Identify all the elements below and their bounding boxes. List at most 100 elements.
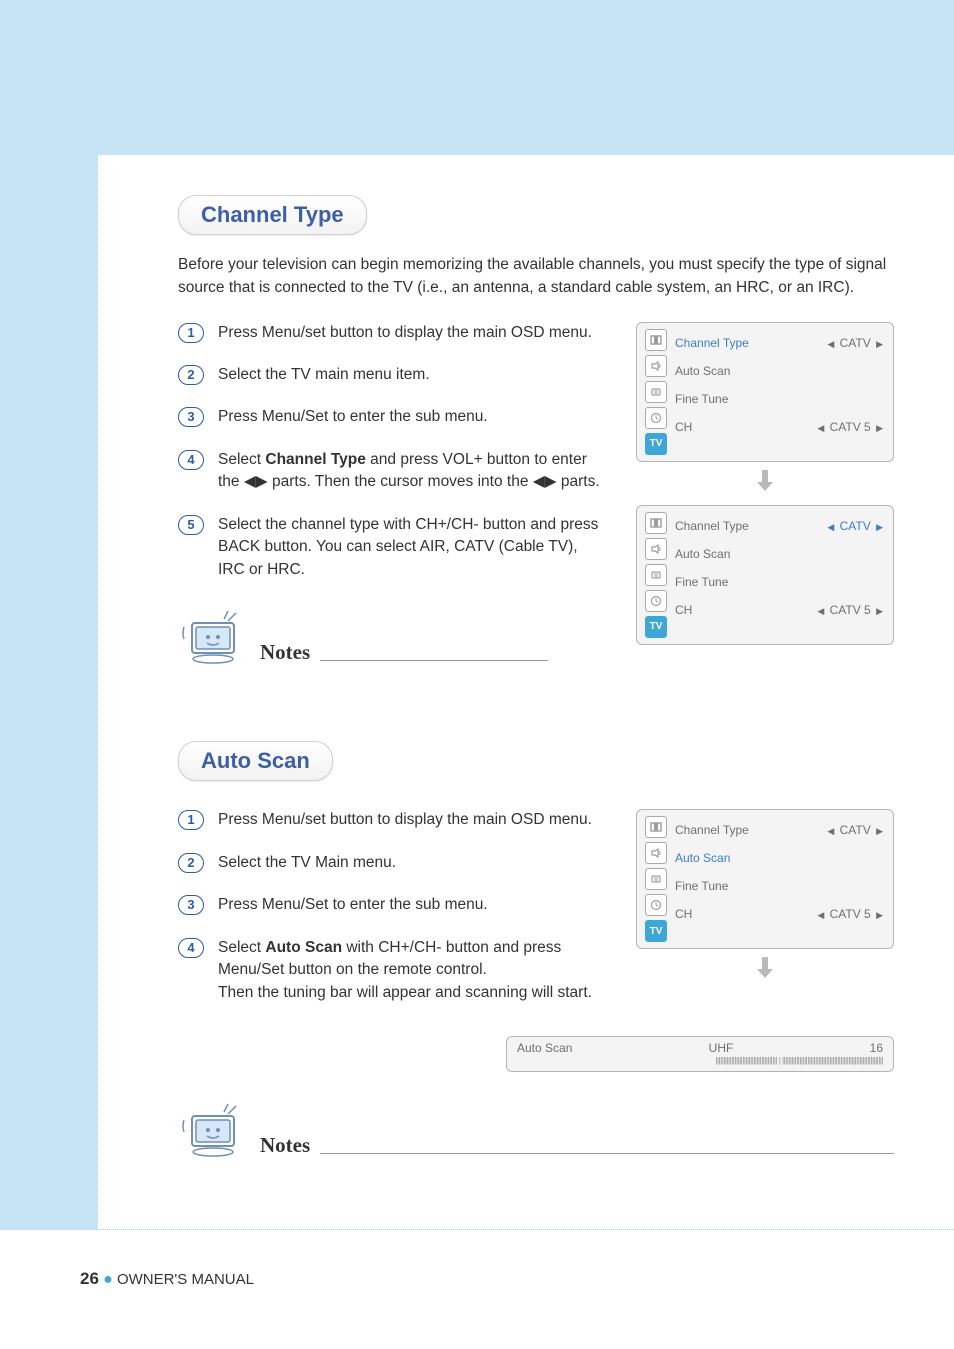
content-area: Channel Type Before your television can … — [97, 155, 954, 1230]
osd-row-ch: CH ◀ CATV 5 ▶ — [675, 413, 885, 441]
osd-value: ◀ CATV ▶ — [825, 519, 885, 533]
osd-menu-rows: Channel Type ◀ CATV ▶ Auto Scan Fine Tun… — [675, 512, 885, 638]
osd-value-text: CATV — [840, 823, 871, 837]
step-2: 2 Select the TV Main menu. — [178, 852, 600, 874]
setup-icon — [645, 868, 667, 890]
osd-label: Fine Tune — [675, 392, 728, 406]
osd-value: ◀ CATV 5 ▶ — [815, 907, 885, 921]
osd-screenshot-2: TV Channel Type ◀ CATV ▶ Auto Scan Fine … — [636, 505, 894, 645]
sidebar-band — [0, 0, 97, 1230]
osd-label: Fine Tune — [675, 879, 728, 893]
osd-row-channel-type: Channel Type ◀ CATV ▶ — [675, 512, 885, 540]
step-text: Select the TV Main menu. — [218, 852, 396, 874]
step4-bold: Auto Scan — [265, 939, 342, 956]
down-arrow-icon — [636, 470, 894, 497]
step-text: Select the TV main menu item. — [218, 364, 430, 386]
step-1: 1 Press Menu/set button to display the m… — [178, 322, 600, 344]
timer-icon — [645, 407, 667, 429]
osd-value-text: CATV 5 — [830, 603, 871, 617]
osd-label: Channel Type — [675, 823, 749, 837]
scan-band: UHF — [709, 1041, 734, 1055]
step-2: 2 Select the TV main menu item. — [178, 364, 600, 386]
page-number: 26 — [80, 1269, 99, 1288]
osd-row-auto-scan: Auto Scan — [675, 540, 885, 568]
auto-scan-progress-bar: Auto Scan UHF 16 |||||||||||||||||||||||… — [506, 1036, 894, 1072]
osd-tab-icons: TV — [645, 816, 667, 942]
step-number: 1 — [178, 810, 204, 830]
step-number: 3 — [178, 895, 204, 915]
step-text: Select Channel Type and press VOL+ butto… — [218, 449, 600, 494]
tv-tab-icon: TV — [645, 616, 667, 638]
osd-value-text: CATV — [840, 336, 871, 350]
osd-label: CH — [675, 603, 692, 617]
step4-line2: Then the tuning bar will appear and scan… — [218, 984, 592, 1001]
osd-value: ◀ CATV ▶ — [825, 336, 885, 350]
osd-label: CH — [675, 907, 692, 921]
osd-row-fine-tune: Fine Tune — [675, 568, 885, 596]
osd-label: Auto Scan — [675, 851, 730, 865]
osd-row-auto-scan: Auto Scan — [675, 844, 885, 872]
osd-row-channel-type: Channel Type ◀ CATV ▶ — [675, 816, 885, 844]
osd-menu-rows: Channel Type ◀ CATV ▶ Auto Scan Fine Tun… — [675, 816, 885, 942]
section-title-channel-type: Channel Type — [178, 195, 367, 235]
step-text: Select the channel type with CH+/CH- but… — [218, 514, 600, 581]
sound-icon — [645, 842, 667, 864]
notes-underline — [320, 1153, 894, 1154]
sound-icon — [645, 355, 667, 377]
steps-column: 1 Press Menu/set button to display the m… — [178, 799, 600, 1024]
tv-cartoon-icon — [178, 1100, 250, 1162]
osd-label: Channel Type — [675, 336, 749, 350]
picture-icon — [645, 329, 667, 351]
notes-label: Notes — [260, 640, 310, 669]
step4-pre: Select — [218, 939, 265, 956]
step-5: 5 Select the channel type with CH+/CH- b… — [178, 514, 600, 581]
osd-row-ch: CH ◀ CATV 5 ▶ — [675, 900, 885, 928]
osd-screenshot-1: TV Channel Type ◀ CATV ▶ Auto Scan Fine … — [636, 322, 894, 462]
footer-label: OWNER'S MANUAL — [117, 1271, 254, 1288]
page: Channel Type Before your television can … — [0, 0, 954, 1349]
osd-label: CH — [675, 420, 692, 434]
page-footer: 26 ● OWNER'S MANUAL — [80, 1269, 254, 1289]
osd-menu-rows: Channel Type ◀ CATV ▶ Auto Scan Fine Tun… — [675, 329, 885, 455]
step-text: Press Menu/set button to display the mai… — [218, 809, 592, 831]
step-number: 5 — [178, 515, 204, 535]
notes-block: Notes — [178, 1100, 894, 1162]
osd-column: TV Channel Type ◀ CATV ▶ Auto Scan Fine … — [636, 799, 894, 992]
setup-icon — [645, 381, 667, 403]
channel-type-columns: 1 Press Menu/set button to display the m… — [178, 322, 894, 670]
step-4: 4 Select Channel Type and press VOL+ but… — [178, 449, 600, 494]
step4-bold: Channel Type — [265, 451, 365, 468]
osd-value-text: CATV — [840, 519, 871, 533]
step-1: 1 Press Menu/set button to display the m… — [178, 809, 600, 831]
osd-row-ch: CH ◀ CATV 5 ▶ — [675, 596, 885, 624]
tv-tab-icon: TV — [645, 433, 667, 455]
osd-tab-icons: TV — [645, 512, 667, 638]
osd-row-channel-type: Channel Type ◀ CATV ▶ — [675, 329, 885, 357]
setup-icon — [645, 564, 667, 586]
step-text: Press Menu/Set to enter the sub menu. — [218, 894, 488, 916]
notes-underline — [320, 660, 548, 661]
steps-column: 1 Press Menu/set button to display the m… — [178, 322, 600, 670]
osd-tab-icons: TV — [645, 329, 667, 455]
osd-label: Auto Scan — [675, 547, 730, 561]
step-number: 4 — [178, 938, 204, 958]
osd-value: ◀ CATV ▶ — [825, 823, 885, 837]
step-3: 3 Press Menu/Set to enter the sub menu. — [178, 894, 600, 916]
intro-text: Before your television can begin memoriz… — [178, 253, 894, 300]
step-number: 4 — [178, 450, 204, 470]
osd-screenshot-3: TV Channel Type ◀ CATV ▶ Auto Scan Fine … — [636, 809, 894, 949]
timer-icon — [645, 894, 667, 916]
picture-icon — [645, 816, 667, 838]
osd-row-auto-scan: Auto Scan — [675, 357, 885, 385]
scan-channel-number: 16 — [870, 1041, 883, 1055]
footer-dot: ● — [103, 1271, 113, 1288]
osd-value-text: CATV 5 — [830, 907, 871, 921]
osd-row-fine-tune: Fine Tune — [675, 385, 885, 413]
osd-label: Fine Tune — [675, 575, 728, 589]
step-4: 4 Select Auto Scan with CH+/CH- button a… — [178, 937, 600, 1004]
down-arrow-icon — [636, 957, 894, 984]
step4-pre: Select — [218, 451, 265, 468]
osd-value: ◀ CATV 5 ▶ — [815, 603, 885, 617]
osd-column: TV Channel Type ◀ CATV ▶ Auto Scan Fine … — [636, 322, 894, 645]
step-number: 2 — [178, 853, 204, 873]
